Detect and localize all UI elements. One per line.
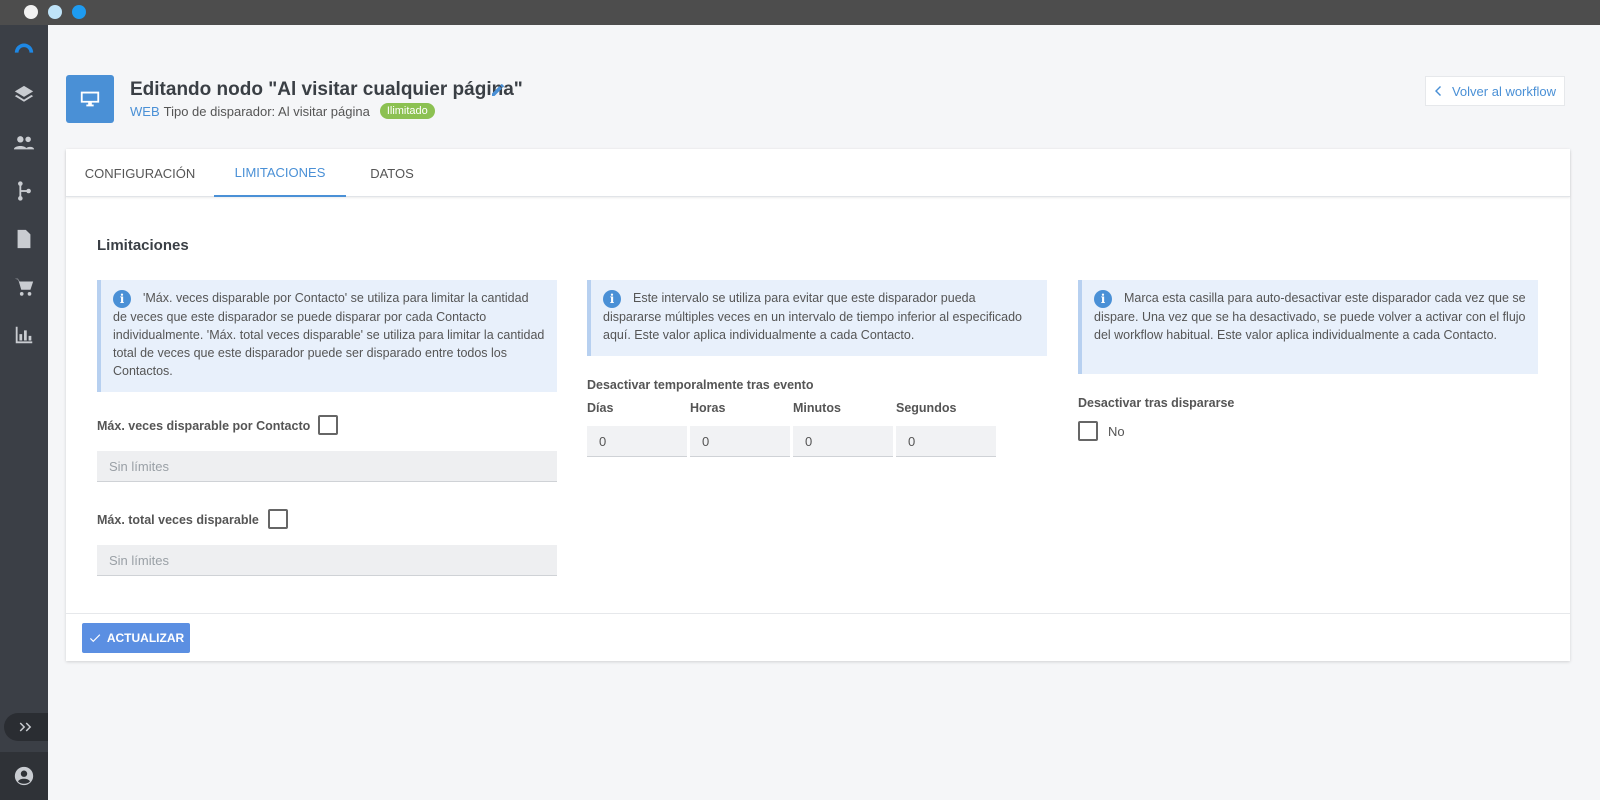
seconds-label: Segundos <box>896 401 957 415</box>
category-label: WEB <box>130 103 160 119</box>
document-icon[interactable] <box>12 227 36 251</box>
info-box-interval: i Este intervalo se utiliza para evitar q… <box>587 280 1047 356</box>
update-button-label: ACTUALIZAR <box>106 631 185 645</box>
section-title: Limitaciones <box>97 237 189 254</box>
max-total-checkbox[interactable] <box>268 509 288 529</box>
user-account-icon[interactable] <box>0 752 48 800</box>
chevron-left-icon <box>1434 86 1441 96</box>
hours-label: Horas <box>690 401 726 415</box>
max-per-contact-input[interactable]: Sin límites <box>97 451 557 482</box>
days-label: Días <box>587 401 614 415</box>
tab-datos[interactable]: DATOS <box>346 149 438 197</box>
info-box-limits: i 'Máx. veces disparable por Contacto' se… <box>97 280 557 392</box>
interval-group-label: Desactivar temporalmente tras evento <box>587 378 814 392</box>
window-close-button[interactable] <box>24 5 38 19</box>
seconds-input[interactable]: 0 <box>896 426 996 457</box>
minutes-label: Minutos <box>793 401 841 415</box>
monitor-icon <box>66 75 114 123</box>
tab-bar: CONFIGURACIÓN LIMITACIONES DATOS <box>66 149 1570 197</box>
check-icon <box>89 634 101 643</box>
info-text: 'Máx. veces disparable por Contacto' se … <box>113 291 545 378</box>
sidebar <box>0 25 48 800</box>
edit-title-icon[interactable] <box>490 82 506 98</box>
main-card: CONFIGURACIÓN LIMITACIONES DATOS Limitac… <box>66 149 1570 661</box>
reports-icon[interactable] <box>12 323 36 347</box>
status-badge: Ilimitado <box>379 103 435 119</box>
info-text: Marca esta casilla para auto-desactivar … <box>1094 291 1526 342</box>
hours-input[interactable]: 0 <box>690 426 790 457</box>
cart-icon[interactable] <box>12 275 36 299</box>
tab-configuracion[interactable]: CONFIGURACIÓN <box>66 149 214 197</box>
layers-icon[interactable] <box>12 83 36 107</box>
tab-limitaciones[interactable]: LIMITACIONES <box>214 149 346 197</box>
back-to-workflow-button[interactable]: Volver al workflow <box>1425 76 1565 106</box>
minutes-input[interactable]: 0 <box>793 426 893 457</box>
contacts-icon[interactable] <box>12 131 36 155</box>
deactivate-value: No <box>1108 424 1125 439</box>
deactivate-checkbox[interactable] <box>1078 421 1098 441</box>
window-maximize-button[interactable] <box>72 5 86 19</box>
window-titlebar <box>0 0 1600 25</box>
workflow-icon[interactable] <box>12 179 36 203</box>
deactivate-label: Desactivar tras dispararse <box>1078 396 1235 410</box>
max-total-input[interactable]: Sin límites <box>97 545 557 576</box>
update-button[interactable]: ACTUALIZAR <box>82 623 190 653</box>
info-icon: i <box>113 290 131 308</box>
max-per-contact-checkbox[interactable] <box>318 415 338 435</box>
max-total-label: Máx. total veces disparable <box>97 513 259 527</box>
trigger-type-label: Tipo de disparador: Al visitar página <box>163 103 370 119</box>
info-text: Este intervalo se utiliza para evitar qu… <box>603 291 1022 342</box>
days-input[interactable]: 0 <box>587 426 687 457</box>
card-footer: ACTUALIZAR <box>66 613 1570 661</box>
max-per-contact-label: Máx. veces disparable por Contacto <box>97 419 311 433</box>
page-title: Editando nodo "Al visitar cualquier pági… <box>130 79 523 100</box>
window-minimize-button[interactable] <box>48 5 62 19</box>
back-to-workflow-label: Volver al workflow <box>1451 83 1557 99</box>
info-box-deactivate: i Marca esta casilla para auto-desactivar… <box>1078 280 1538 374</box>
info-icon: i <box>603 290 621 308</box>
info-icon: i <box>1094 290 1112 308</box>
expand-sidebar-icon[interactable] <box>4 713 48 741</box>
node-subtitle: WEB Tipo de disparador: Al visitar págin… <box>130 103 435 119</box>
app-logo-icon[interactable] <box>12 37 36 61</box>
